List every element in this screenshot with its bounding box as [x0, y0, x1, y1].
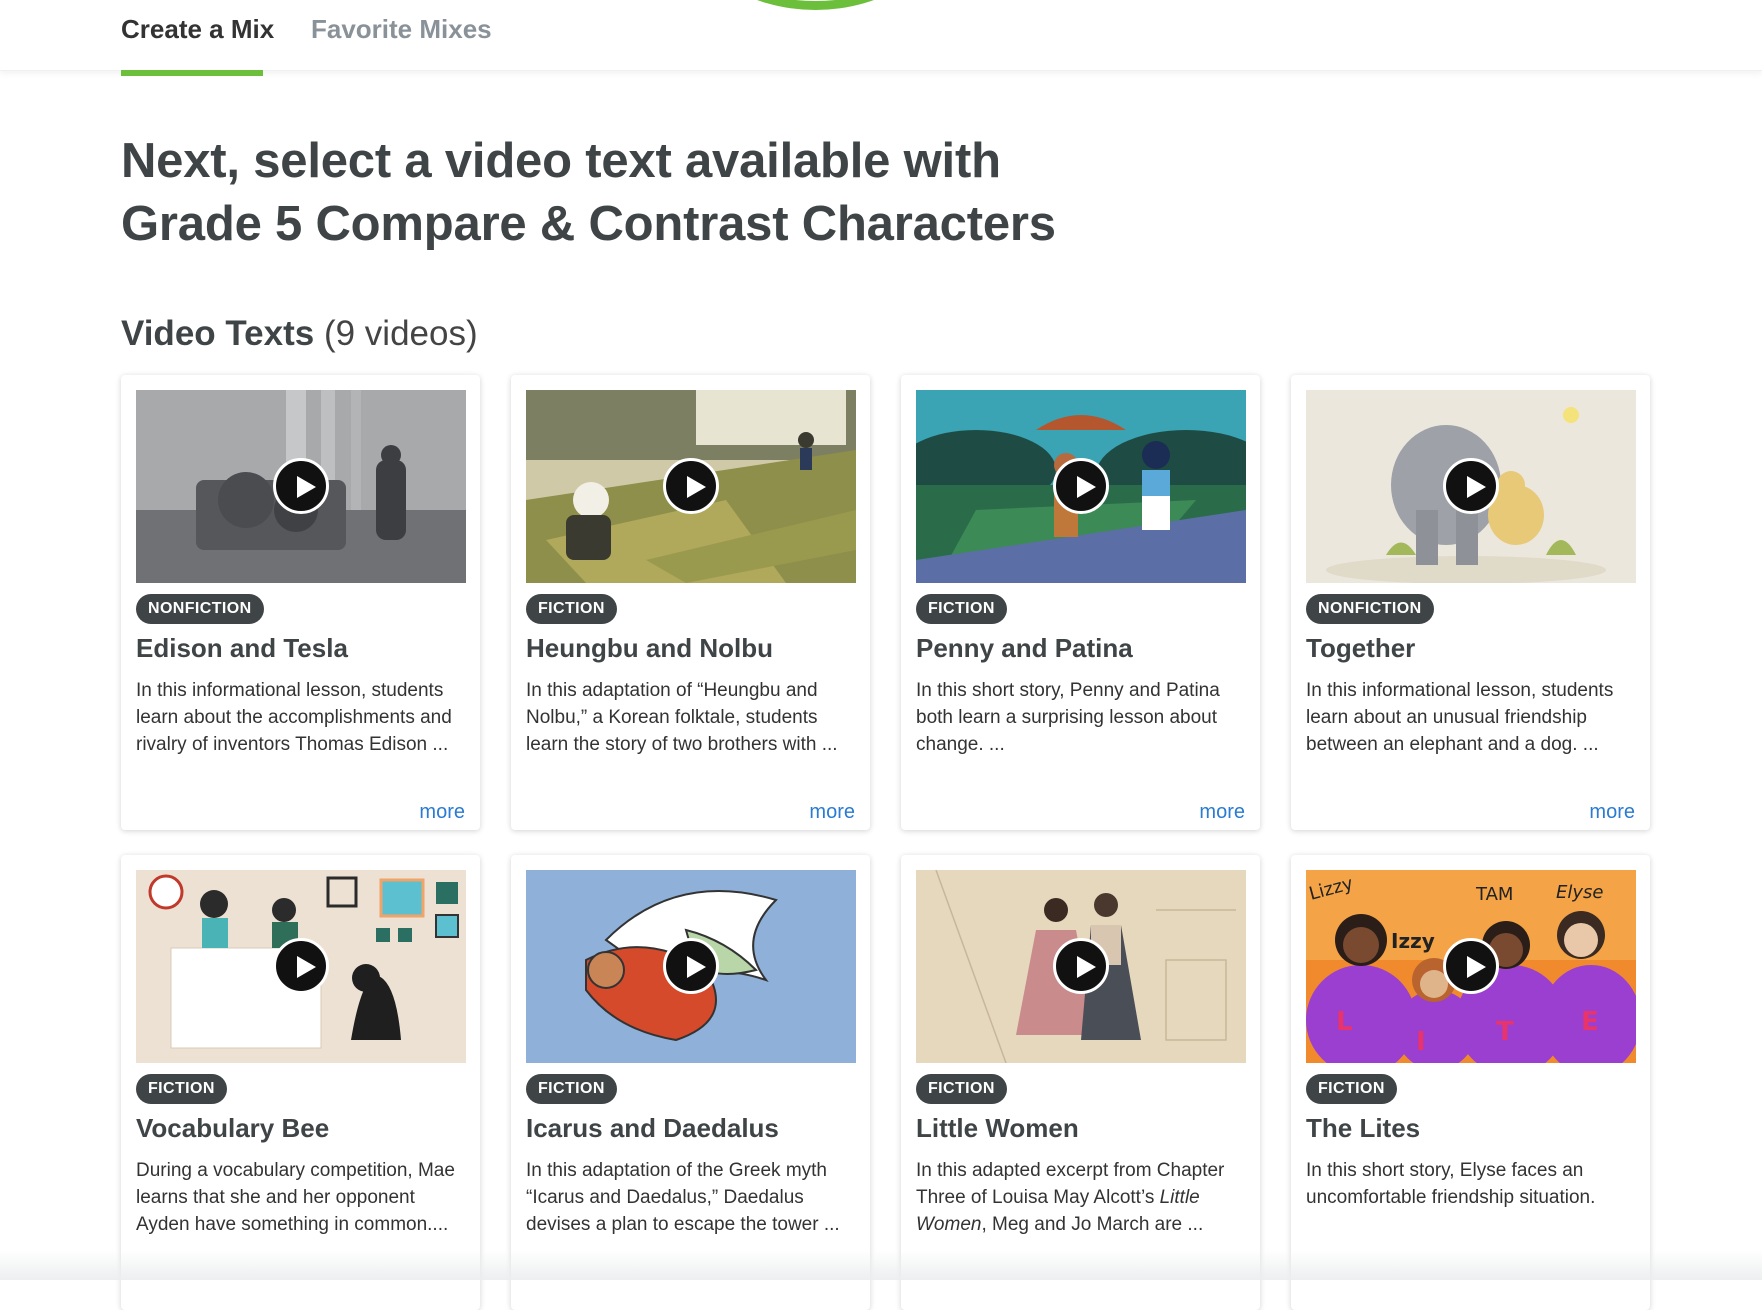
play-button[interactable]	[1443, 458, 1499, 514]
play-button[interactable]	[1443, 938, 1499, 994]
video-thumbnail[interactable]	[136, 390, 466, 583]
svg-text:Izzy: Izzy	[1391, 929, 1435, 953]
video-card-the-lites[interactable]: Lizzy Izzy TAM Elyse L I T E FICTION The…	[1291, 855, 1650, 1310]
top-navigation-bar: Create a Mix Favorite Mixes	[0, 0, 1762, 71]
genre-badge: NONFICTION	[1306, 594, 1434, 624]
card-description: In this adaptation of the Greek myth “Ic…	[526, 1160, 840, 1235]
card-description: In this adaptation of “Heungbu and Nolbu…	[526, 680, 838, 755]
play-button[interactable]	[1053, 458, 1109, 514]
tab-create-a-mix[interactable]: Create a Mix	[121, 14, 274, 44]
play-button[interactable]	[663, 938, 719, 994]
card-description: In this short story, Elyse faces an unco…	[1306, 1160, 1596, 1208]
svg-text:L: L	[1336, 1007, 1353, 1037]
video-thumbnail[interactable]	[136, 870, 466, 1063]
play-button[interactable]	[273, 458, 329, 514]
card-title[interactable]: Little Women	[916, 1111, 1079, 1145]
card-description: During a vocabulary competition, Mae lea…	[136, 1160, 455, 1235]
more-link[interactable]: more	[1589, 800, 1635, 824]
genre-badge: FICTION	[526, 1074, 617, 1104]
genre-badge: FICTION	[916, 1074, 1007, 1104]
video-thumbnail[interactable]	[916, 870, 1246, 1063]
svg-text:TAM: TAM	[1475, 884, 1513, 905]
page-heading-line1: Next, select a video text available with	[121, 134, 1001, 188]
more-link[interactable]: more	[419, 800, 465, 824]
video-card-penny-and-patina[interactable]: FICTION Penny and Patina In this short s…	[901, 375, 1260, 830]
play-button[interactable]	[663, 458, 719, 514]
scroll-fade	[0, 1250, 1762, 1280]
svg-text:T: T	[1496, 1017, 1514, 1047]
page-heading: Next, select a video text available with…	[121, 130, 1221, 256]
card-title[interactable]: Together	[1306, 631, 1415, 665]
card-description: In this short story, Penny and Patina bo…	[916, 680, 1220, 755]
svg-text:Elyse: Elyse	[1556, 882, 1603, 903]
video-card-vocabulary-bee[interactable]: FICTION Vocabulary Bee During a vocabula…	[121, 855, 480, 1310]
genre-badge: FICTION	[1306, 1074, 1397, 1104]
card-title[interactable]: The Lites	[1306, 1111, 1420, 1145]
video-texts-heading: Video Texts (9 videos)	[121, 312, 478, 356]
video-thumbnail[interactable]: Lizzy Izzy TAM Elyse L I T E	[1306, 870, 1636, 1063]
more-link[interactable]: more	[1199, 800, 1245, 824]
svg-text:I: I	[1416, 1027, 1426, 1057]
video-thumbnail[interactable]	[526, 390, 856, 583]
svg-text:E: E	[1581, 1007, 1599, 1037]
video-card-heungbu-and-nolbu[interactable]: FICTION Heungbu and Nolbu In this adapta…	[511, 375, 870, 830]
video-card-edison-and-tesla[interactable]: NONFICTION Edison and Tesla In this info…	[121, 375, 480, 830]
play-button[interactable]	[1053, 938, 1109, 994]
more-link[interactable]: more	[809, 800, 855, 824]
logo-arc-decoration	[688, 0, 943, 10]
card-title[interactable]: Vocabulary Bee	[136, 1111, 329, 1145]
tab-favorite-mixes[interactable]: Favorite Mixes	[311, 14, 492, 44]
section-title: Video Texts	[121, 314, 315, 353]
video-card-together[interactable]: NONFICTION Together In this informationa…	[1291, 375, 1650, 830]
card-description: In this adapted excerpt from Chapter Thr…	[916, 1157, 1246, 1238]
video-thumbnail[interactable]	[916, 390, 1246, 583]
video-thumbnail[interactable]	[1306, 390, 1636, 583]
genre-badge: FICTION	[136, 1074, 227, 1104]
video-thumbnail[interactable]	[526, 870, 856, 1063]
play-button[interactable]	[273, 938, 329, 994]
video-count: (9 videos)	[323, 314, 478, 353]
card-title[interactable]: Heungbu and Nolbu	[526, 631, 773, 665]
page-heading-line2: Grade 5 Compare & Contrast Characters	[121, 197, 1056, 251]
genre-badge: NONFICTION	[136, 594, 264, 624]
card-title[interactable]: Icarus and Daedalus	[526, 1111, 779, 1145]
video-card-little-women[interactable]: FICTION Little Women In this adapted exc…	[901, 855, 1260, 1310]
card-title[interactable]: Penny and Patina	[916, 631, 1133, 665]
card-title[interactable]: Edison and Tesla	[136, 631, 348, 665]
active-tab-indicator	[121, 70, 263, 76]
card-description: In this informational lesson, students l…	[1306, 680, 1614, 755]
description-text: , Meg and Jo March are ...	[981, 1214, 1204, 1235]
video-card-icarus-and-daedalus[interactable]: FICTION Icarus and Daedalus In this adap…	[511, 855, 870, 1310]
card-description: In this informational lesson, students l…	[136, 680, 452, 755]
genre-badge: FICTION	[526, 594, 617, 624]
genre-badge: FICTION	[916, 594, 1007, 624]
